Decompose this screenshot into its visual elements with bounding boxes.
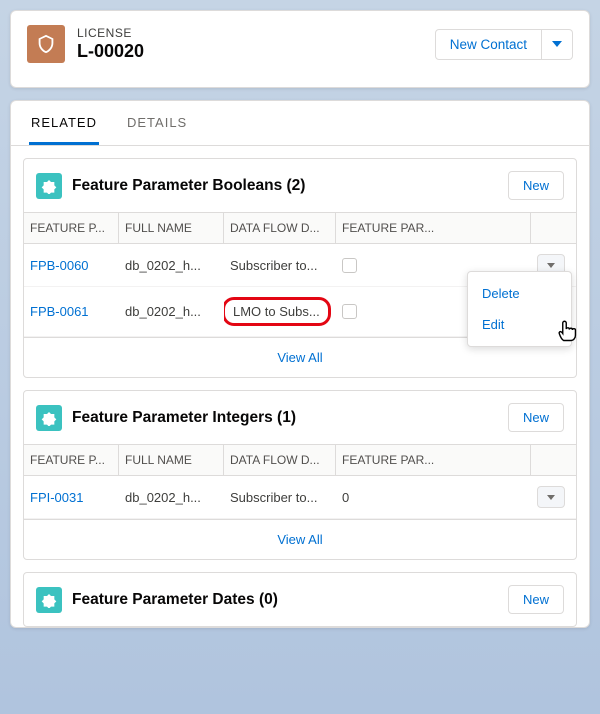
related-integers-header: Feature Parameter Integers (1) New bbox=[24, 391, 576, 444]
record-body: RELATED DETAILS Feature Parameter Boolea… bbox=[10, 100, 590, 628]
tabs: RELATED DETAILS bbox=[11, 101, 589, 146]
table-row: FPI-0031 db_0202_h... Subscriber to... 0 bbox=[24, 476, 576, 519]
cell-value: 0 bbox=[336, 476, 531, 518]
col-feature-par[interactable]: FEATURE PAR... bbox=[336, 213, 531, 243]
col-data-flow[interactable]: DATA FLOW D... bbox=[224, 213, 336, 243]
object-label: LICENSE bbox=[77, 26, 423, 40]
license-object-icon bbox=[27, 25, 65, 63]
header-actions: New Contact bbox=[435, 29, 573, 60]
row-menu-button[interactable] bbox=[537, 486, 565, 508]
col-data-flow[interactable]: DATA FLOW D... bbox=[224, 445, 336, 475]
new-boolean-button[interactable]: New bbox=[508, 171, 564, 200]
feature-parameter-icon bbox=[36, 405, 62, 431]
related-booleans-title: Feature Parameter Booleans (2) bbox=[72, 177, 498, 195]
record-link[interactable]: FPB-0061 bbox=[30, 304, 89, 319]
related-integers-card: Feature Parameter Integers (1) New FEATU… bbox=[23, 390, 577, 560]
new-integer-button[interactable]: New bbox=[508, 403, 564, 432]
new-date-button[interactable]: New bbox=[508, 585, 564, 614]
integers-columns: FEATURE P... FULL NAME DATA FLOW D... FE… bbox=[24, 444, 576, 476]
col-feature-param[interactable]: FEATURE P... bbox=[24, 213, 119, 243]
related-dates-title: Feature Parameter Dates (0) bbox=[72, 591, 498, 609]
record-header: LICENSE L-00020 New Contact bbox=[10, 10, 590, 88]
col-action bbox=[531, 213, 576, 243]
related-container: Feature Parameter Booleans (2) New FEATU… bbox=[11, 146, 589, 627]
caret-down-icon bbox=[552, 41, 562, 47]
related-dates-card: Feature Parameter Dates (0) New bbox=[23, 572, 577, 627]
feature-parameter-icon bbox=[36, 587, 62, 613]
feature-parameter-icon bbox=[36, 173, 62, 199]
related-integers-title: Feature Parameter Integers (1) bbox=[72, 409, 498, 427]
tab-details[interactable]: DETAILS bbox=[125, 101, 189, 145]
checkbox-icon bbox=[342, 258, 357, 273]
checkbox-icon bbox=[342, 304, 357, 319]
caret-down-icon bbox=[547, 495, 555, 500]
new-contact-button[interactable]: New Contact bbox=[435, 29, 542, 60]
cell-full-name: db_0202_h... bbox=[119, 287, 224, 336]
new-contact-more-button[interactable] bbox=[542, 29, 573, 60]
highlight-box: LMO to Subs... bbox=[224, 297, 331, 326]
tab-related[interactable]: RELATED bbox=[29, 101, 99, 145]
cell-data-flow: Subscriber to... bbox=[224, 244, 336, 286]
record-name: L-00020 bbox=[77, 41, 423, 62]
cell-full-name: db_0202_h... bbox=[119, 244, 224, 286]
related-booleans-header: Feature Parameter Booleans (2) New bbox=[24, 159, 576, 212]
title-block: LICENSE L-00020 bbox=[77, 26, 423, 62]
col-action bbox=[531, 445, 576, 475]
col-full-name[interactable]: FULL NAME bbox=[119, 445, 224, 475]
booleans-columns: FEATURE P... FULL NAME DATA FLOW D... FE… bbox=[24, 212, 576, 244]
caret-down-icon bbox=[547, 263, 555, 268]
col-feature-param[interactable]: FEATURE P... bbox=[24, 445, 119, 475]
cell-full-name: db_0202_h... bbox=[119, 476, 224, 518]
view-all-integers[interactable]: View All bbox=[24, 519, 576, 559]
cell-data-flow-text: LMO to Subs... bbox=[233, 304, 320, 319]
record-link[interactable]: FPB-0060 bbox=[30, 258, 89, 273]
cell-data-flow: Subscriber to... bbox=[224, 476, 336, 518]
menu-delete[interactable]: Delete bbox=[468, 278, 571, 309]
cell-data-flow: LMO to Subs... bbox=[224, 287, 336, 336]
record-link[interactable]: FPI-0031 bbox=[30, 490, 83, 505]
cell-action bbox=[531, 476, 576, 518]
related-dates-header: Feature Parameter Dates (0) New bbox=[24, 573, 576, 626]
cursor-hand-icon bbox=[554, 316, 582, 347]
col-full-name[interactable]: FULL NAME bbox=[119, 213, 224, 243]
col-feature-par[interactable]: FEATURE PAR... bbox=[336, 445, 531, 475]
